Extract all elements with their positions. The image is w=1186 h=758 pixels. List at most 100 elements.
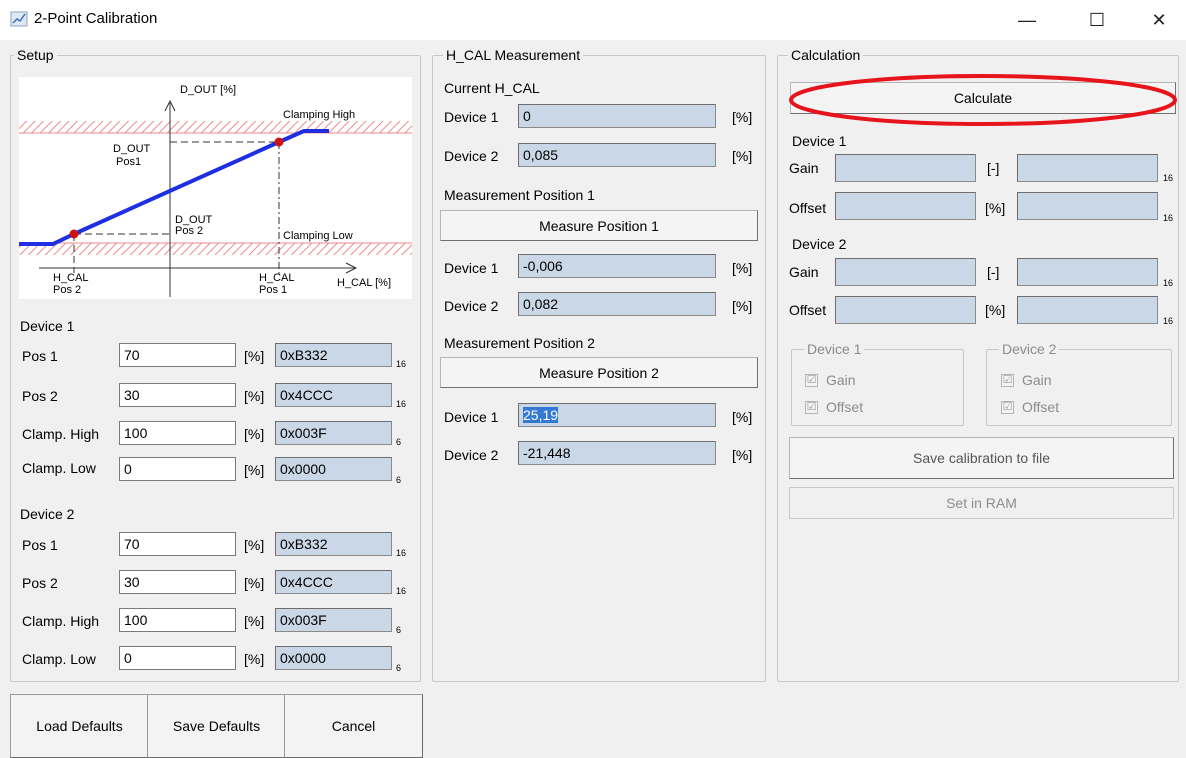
hex-subscript: 16 xyxy=(396,548,407,558)
apply-device1-offset-label: Offset xyxy=(826,399,864,415)
d-out-pos1-line2: Pos1 xyxy=(116,156,141,168)
setup-device1-clamp-high-input[interactable]: 100 xyxy=(119,421,236,445)
d-out-pos1-line1: D_OUT xyxy=(113,143,151,155)
h-cal-pos2-line1: H_CAL xyxy=(53,272,88,284)
load-defaults-button[interactable]: Load Defaults xyxy=(10,694,149,758)
setup-device1-clamp-low-hex: 0x0000 xyxy=(275,457,392,481)
setup-device2-pos1-input[interactable]: 70 xyxy=(119,532,236,556)
maximize-icon: ☐ xyxy=(1088,9,1106,30)
pos2-device1-value: 25,19 xyxy=(518,403,716,427)
current-device1-value: 0 xyxy=(518,104,716,128)
calc-device1-offset-value xyxy=(835,192,976,220)
hex-subscript: 16 xyxy=(1163,278,1174,288)
unit-label: [%] xyxy=(732,109,753,125)
save-calibration-button[interactable]: Save calibration to file xyxy=(789,437,1174,479)
maximize-button[interactable]: ☐ xyxy=(1074,0,1120,40)
setup-device1-clamp-low-input[interactable]: 0 xyxy=(119,457,236,481)
setup-device2-pos2-input[interactable]: 30 xyxy=(119,570,236,594)
clamping-low-label: Clamping Low xyxy=(283,230,353,242)
minimize-button[interactable]: — xyxy=(1004,0,1050,40)
setup-device2-pos1-label: Pos 1 xyxy=(22,537,58,553)
apply-device2-group xyxy=(986,349,1172,426)
current-hcal-heading: Current H_CAL xyxy=(444,80,540,96)
pos1-device2-value: 0,082 xyxy=(518,292,716,316)
apply-device1-offset-checkbox[interactable]: ☑ xyxy=(805,401,818,414)
current-device2-label: Device 2 xyxy=(444,148,499,164)
calc-device2-offset-hex xyxy=(1017,296,1158,324)
unit-label: [%] xyxy=(985,200,1006,216)
unit-label: [%] xyxy=(244,575,265,591)
measure-position1-button[interactable]: Measure Position 1 xyxy=(440,210,758,241)
h-cal-pos1-line1: H_CAL xyxy=(259,272,294,284)
apply-device2-title: Device 2 xyxy=(999,341,1060,357)
setup-device2-pos1-hex: 0xB332 xyxy=(275,532,392,556)
measure-position2-button[interactable]: Measure Position 2 xyxy=(440,357,758,388)
setup-device2-clamp-high-hex: 0x003F xyxy=(275,608,392,632)
unit-label: [%] xyxy=(732,260,753,276)
apply-device2-gain-checkbox[interactable]: ☑ xyxy=(1001,374,1014,387)
calc-device1-offset-hex xyxy=(1017,192,1158,220)
calibration-app-icon xyxy=(10,10,28,28)
hex-subscript: 16 xyxy=(396,399,407,409)
point-pos1 xyxy=(274,137,284,147)
h-cal-pos1-line2: Pos 1 xyxy=(259,284,287,296)
unit-label: [%] xyxy=(244,613,265,629)
calibration-diagram: D_OUT [%] Clamping High Clamping Low D_O… xyxy=(19,77,412,299)
clamping-high-band xyxy=(19,121,412,133)
set-in-ram-button[interactable]: Set in RAM xyxy=(789,487,1174,519)
setup-device2-clamp-low-label: Clamp. Low xyxy=(22,651,96,667)
calc-device2-offset-value xyxy=(835,296,976,324)
setup-device2-clamp-high-label: Clamp. High xyxy=(22,613,100,629)
setup-device2-clamp-high-input[interactable]: 100 xyxy=(119,608,236,632)
calc-device1-gain-label: Gain xyxy=(789,160,819,176)
highlight-ellipse xyxy=(788,73,1178,128)
calc-device2-offset-label: Offset xyxy=(789,302,827,318)
calc-device2-heading: Device 2 xyxy=(792,236,847,252)
unit-label: [%] xyxy=(244,388,265,404)
window-title: 2-Point Calibration xyxy=(34,10,158,27)
apply-device1-gain-label: Gain xyxy=(826,372,856,388)
cancel-button[interactable]: Cancel xyxy=(284,694,423,758)
setup-device2-pos2-label: Pos 2 xyxy=(22,575,58,591)
close-icon: ✕ xyxy=(1151,9,1167,30)
pos2-device2-value: -21,448 xyxy=(518,441,716,465)
unit-label: [%] xyxy=(732,447,753,463)
close-button[interactable]: ✕ xyxy=(1136,0,1182,40)
apply-device2-offset-checkbox[interactable]: ☑ xyxy=(1001,401,1014,414)
selected-text: 25,19 xyxy=(523,407,559,423)
pos1-device1-label: Device 1 xyxy=(444,260,499,276)
calc-device1-offset-label: Offset xyxy=(789,200,827,216)
setup-device2-heading: Device 2 xyxy=(20,506,75,522)
setup-device1-clamp-high-hex: 0x003F xyxy=(275,421,392,445)
hex-subscript: 16 xyxy=(1163,316,1174,326)
apply-device2-gain-label: Gain xyxy=(1022,372,1052,388)
measurement-pos1-heading: Measurement Position 1 xyxy=(444,187,595,203)
pos1-device2-label: Device 2 xyxy=(444,298,499,314)
clamping-low-band xyxy=(19,243,412,255)
y-axis-label: D_OUT [%] xyxy=(180,84,236,96)
unit-label: [%] xyxy=(244,348,265,364)
hex-subscript: 16 xyxy=(396,586,407,596)
apply-device1-gain-checkbox[interactable]: ☑ xyxy=(805,374,818,387)
unit-label: [%] xyxy=(732,298,753,314)
pos1-device1-value: -0,006 xyxy=(518,254,716,278)
calc-device1-gain-hex xyxy=(1017,154,1158,182)
hex-subscript: 6 xyxy=(396,663,402,673)
unit-label: [%] xyxy=(732,148,753,164)
setup-device1-pos2-input[interactable]: 30 xyxy=(119,383,236,407)
setup-device2-clamp-low-input[interactable]: 0 xyxy=(119,646,236,670)
unit-label: [%] xyxy=(244,651,265,667)
calc-device2-gain-value xyxy=(835,258,976,286)
setup-device1-clamp-low-label: Clamp. Low xyxy=(22,460,96,476)
setup-device1-pos1-input[interactable]: 70 xyxy=(119,343,236,367)
unit-label: [-] xyxy=(987,160,1000,176)
setup-group-title: Setup xyxy=(14,47,57,63)
setup-device1-pos1-hex: 0xB332 xyxy=(275,343,392,367)
apply-device2-offset-label: Offset xyxy=(1022,399,1060,415)
calc-device2-gain-hex xyxy=(1017,258,1158,286)
clamping-high-label: Clamping High xyxy=(283,109,355,121)
save-defaults-button[interactable]: Save Defaults xyxy=(147,694,286,758)
point-pos2 xyxy=(69,229,79,239)
setup-device2-clamp-low-hex: 0x0000 xyxy=(275,646,392,670)
unit-label: [%] xyxy=(244,426,265,442)
